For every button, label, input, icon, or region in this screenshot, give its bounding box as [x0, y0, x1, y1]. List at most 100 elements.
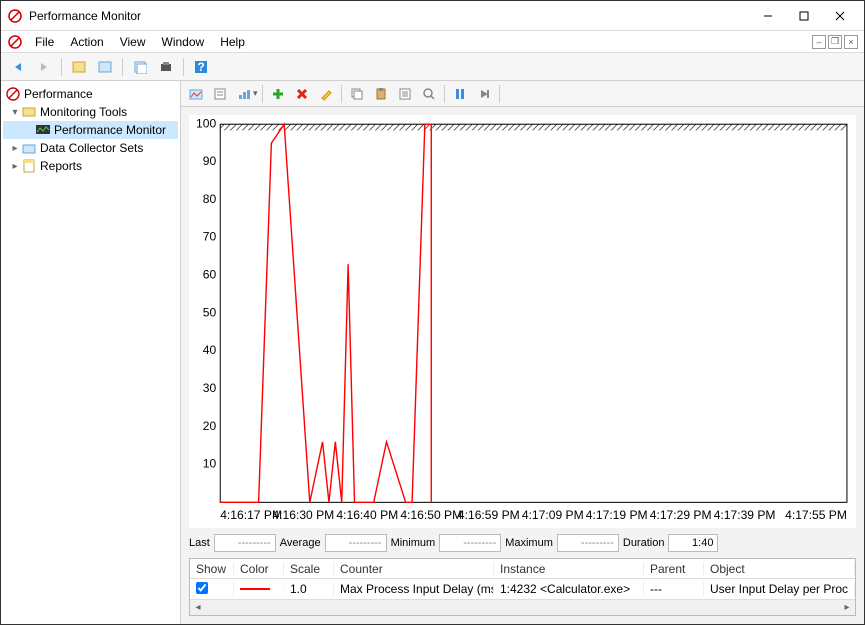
counter-parent: --- [644, 582, 704, 596]
minimum-value: --------- [439, 534, 501, 552]
scroll-left-icon[interactable]: ◂ [190, 601, 206, 615]
svg-text:4:16:40 PM: 4:16:40 PM [336, 508, 398, 522]
tree-label: Monitoring Tools [40, 105, 127, 119]
tree-label: Performance [24, 87, 93, 101]
maximum-value: --------- [557, 534, 619, 552]
maximize-button[interactable] [786, 4, 822, 28]
mdi-restore-button[interactable]: ❐ [828, 35, 842, 49]
chart-toolbar: ▾ [181, 81, 864, 107]
toolbar-separator [341, 85, 342, 103]
col-scale[interactable]: Scale [284, 562, 334, 576]
highlight-button[interactable] [315, 83, 337, 105]
svg-text:100: 100 [196, 116, 216, 130]
svg-text:4:17:29 PM: 4:17:29 PM [650, 508, 712, 522]
svg-text:70: 70 [203, 230, 217, 244]
back-button[interactable] [7, 56, 29, 78]
tree-reports[interactable]: ▸ Reports [3, 157, 178, 175]
delete-counter-button[interactable] [291, 83, 313, 105]
mmc-toolbar: ? [1, 53, 864, 81]
svg-text:10: 10 [203, 457, 217, 471]
svg-text:4:17:39 PM: 4:17:39 PM [714, 508, 776, 522]
svg-text:80: 80 [203, 192, 217, 206]
paste-button[interactable] [370, 83, 392, 105]
properties-chart-button[interactable] [394, 83, 416, 105]
menu-view[interactable]: View [112, 33, 154, 51]
col-parent[interactable]: Parent [644, 562, 704, 576]
nav-tree[interactable]: Performance ▾ Monitoring Tools Performan… [1, 81, 181, 624]
content-pane: ▾ 1020304050607080901004:16:17 PM4:16:30… [181, 81, 864, 624]
svg-text:20: 20 [203, 419, 217, 433]
show-hide-tree-button[interactable] [68, 56, 90, 78]
menu-action[interactable]: Action [62, 33, 111, 51]
svg-text:40: 40 [203, 343, 217, 357]
tree-monitoring-tools[interactable]: ▾ Monitoring Tools [3, 103, 178, 121]
col-color[interactable]: Color [234, 562, 284, 576]
add-counter-button[interactable] [267, 83, 289, 105]
folder-icon [21, 140, 37, 156]
menubar: File Action View Window Help – ❐ × [1, 31, 864, 53]
view-log-button[interactable] [209, 83, 231, 105]
tree-label: Performance Monitor [54, 123, 166, 137]
expand-icon[interactable]: ▸ [9, 143, 21, 154]
export-button[interactable] [155, 56, 177, 78]
maximum-label: Maximum [505, 537, 553, 549]
help-button[interactable]: ? [190, 56, 212, 78]
toolbar-separator [262, 85, 263, 103]
scroll-right-icon[interactable]: ▸ [839, 601, 855, 615]
update-button[interactable] [473, 83, 495, 105]
svg-text:50: 50 [203, 305, 217, 319]
window-title: Performance Monitor [29, 9, 750, 23]
expand-icon[interactable]: ▸ [9, 161, 21, 172]
menu-help[interactable]: Help [212, 33, 253, 51]
legend-scrollbar[interactable]: ◂ ▸ [190, 599, 855, 615]
col-counter[interactable]: Counter [334, 562, 494, 576]
menu-file[interactable]: File [27, 33, 62, 51]
tree-data-collector-sets[interactable]: ▸ Data Collector Sets [3, 139, 178, 157]
stats-row: Last --------- Average --------- Minimum… [181, 532, 864, 554]
main-area: Performance ▾ Monitoring Tools Performan… [1, 81, 864, 624]
mdi-controls: – ❐ × [812, 35, 858, 49]
mdi-minimize-button[interactable]: – [812, 35, 826, 49]
new-window-button[interactable] [129, 56, 151, 78]
col-instance[interactable]: Instance [494, 562, 644, 576]
counter-color [234, 588, 284, 590]
tree-root-performance[interactable]: Performance [3, 85, 178, 103]
duration-value: 1:40 [668, 534, 718, 552]
view-current-button[interactable] [185, 83, 207, 105]
app-icon [7, 8, 23, 24]
legend-row[interactable]: 1.0 Max Process Input Delay (ms) 1:4232 … [190, 579, 855, 599]
col-object[interactable]: Object [704, 562, 855, 576]
svg-text:90: 90 [203, 154, 217, 168]
monitor-icon [35, 122, 51, 138]
mdi-close-button[interactable]: × [844, 35, 858, 49]
show-checkbox[interactable] [190, 582, 234, 597]
chart-area[interactable]: 1020304050607080901004:16:17 PM4:16:30 P… [189, 115, 856, 528]
counter-scale: 1.0 [284, 582, 334, 596]
menu-window[interactable]: Window [154, 33, 213, 51]
toolbar-separator [444, 85, 445, 103]
zoom-button[interactable] [418, 83, 440, 105]
counter-name: Max Process Input Delay (ms) [334, 582, 494, 596]
toolbar-separator [122, 58, 123, 76]
forward-button[interactable] [33, 56, 55, 78]
close-button[interactable] [822, 4, 858, 28]
svg-text:?: ? [197, 60, 204, 74]
properties-button[interactable] [94, 56, 116, 78]
legend-header[interactable]: Show Color Scale Counter Instance Parent… [190, 559, 855, 579]
counter-legend: Show Color Scale Counter Instance Parent… [189, 558, 856, 616]
tree-performance-monitor[interactable]: Performance Monitor [3, 121, 178, 139]
counter-object: User Input Delay per Proc [704, 582, 855, 596]
svg-text:60: 60 [203, 267, 217, 281]
collapse-icon[interactable]: ▾ [9, 107, 21, 118]
last-label: Last [189, 537, 210, 549]
toolbar-separator [61, 58, 62, 76]
minimize-button[interactable] [750, 4, 786, 28]
toolbar-separator [499, 85, 500, 103]
change-graph-button[interactable] [233, 83, 255, 105]
perfmon-icon [7, 34, 23, 50]
average-value: --------- [325, 534, 387, 552]
copy-button[interactable] [346, 83, 368, 105]
col-show[interactable]: Show [190, 562, 234, 576]
svg-text:4:17:09 PM: 4:17:09 PM [522, 508, 584, 522]
freeze-button[interactable] [449, 83, 471, 105]
